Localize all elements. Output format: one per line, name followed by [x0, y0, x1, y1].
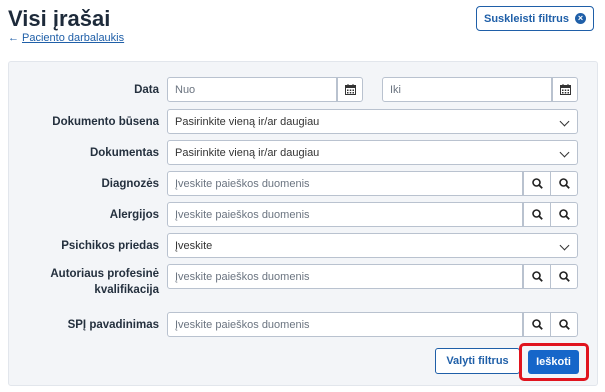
author-qualification-label: Autoriaus profesinė kvalifikacija	[50, 268, 159, 296]
spi-name-search-button-2[interactable]	[550, 312, 578, 337]
diagnoses-input[interactable]: Įveskite paieškos duomenis	[167, 171, 523, 196]
back-link[interactable]: ← Paciento darbalaukis	[8, 32, 124, 44]
back-link-label: Paciento darbalaukis	[22, 32, 125, 44]
search-icon	[558, 178, 570, 189]
diagnoses-label: Diagnozės	[101, 178, 159, 190]
search-icon	[531, 209, 543, 220]
date-from-calendar-button[interactable]	[337, 77, 363, 102]
document-select[interactable]: Pasirinkite vieną ir/ar daugiau	[167, 140, 578, 165]
diagnoses-placeholder: Įveskite paieškos duomenis	[175, 177, 310, 190]
date-label: Data	[134, 84, 159, 96]
chevron-down-icon	[559, 147, 570, 158]
author-qualification-search-button-2[interactable]	[550, 264, 578, 289]
allergies-search-button-2[interactable]	[550, 202, 578, 227]
search-icon	[531, 178, 543, 189]
search-icon	[558, 319, 570, 330]
search-icon	[531, 319, 543, 330]
date-to-calendar-button[interactable]	[552, 77, 578, 102]
search-icon	[531, 271, 543, 282]
collapse-filters-label: Suskleisti filtrus	[484, 12, 569, 25]
spi-name-placeholder: Įveskite paieškos duomenis	[175, 318, 310, 331]
psych-appendix-select[interactable]: Įveskite	[167, 233, 578, 258]
calendar-icon	[559, 84, 571, 95]
diagnoses-search-button[interactable]	[523, 171, 551, 196]
search-submit-button[interactable]: Ieškoti	[528, 350, 579, 374]
collapse-filters-button[interactable]: Suskleisti filtrus ×	[476, 6, 594, 31]
author-qualification-search-button[interactable]	[523, 264, 551, 289]
diagnoses-search-button-2[interactable]	[550, 171, 578, 196]
document-value: Pasirinkite vieną ir/ar daugiau	[175, 146, 320, 159]
chevron-down-icon	[559, 116, 570, 127]
clear-filters-button[interactable]: Valyti filtrus	[435, 348, 520, 374]
spi-name-label: SPĮ pavadinimas	[67, 319, 159, 331]
allergies-input[interactable]: Įveskite paieškos duomenis	[167, 202, 523, 227]
allergies-placeholder: Įveskite paieškos duomenis	[175, 208, 310, 221]
page-title: Visi įrašai	[8, 6, 111, 31]
spi-name-search-button[interactable]	[523, 312, 551, 337]
calendar-icon	[344, 84, 356, 95]
allergies-search-button[interactable]	[523, 202, 551, 227]
date-from-placeholder: Nuo	[175, 83, 196, 96]
search-icon	[558, 209, 570, 220]
back-arrow-icon: ←	[8, 32, 19, 44]
document-label: Dokumentas	[89, 147, 159, 159]
document-status-label: Dokumento būsena	[52, 116, 159, 128]
document-status-select[interactable]: Pasirinkite vieną ir/ar daugiau	[167, 109, 578, 134]
chevron-down-icon	[559, 240, 570, 251]
date-from-input[interactable]: Nuo	[167, 77, 337, 102]
allergies-label: Alergijos	[109, 209, 159, 221]
date-to-placeholder: Iki	[390, 83, 401, 96]
document-status-value: Pasirinkite vieną ir/ar daugiau	[175, 115, 320, 128]
author-qualification-placeholder: Įveskite paieškos duomenis	[175, 270, 310, 283]
spi-name-input[interactable]: Įveskite paieškos duomenis	[167, 312, 523, 337]
search-icon	[558, 271, 570, 282]
psych-appendix-label: Psichikos priedas	[61, 240, 159, 252]
filter-panel: Data Nuo Iki Dokumento būsena Pasirinkit…	[8, 61, 598, 386]
date-to-input[interactable]: Iki	[382, 77, 552, 102]
psych-appendix-value: Įveskite	[175, 239, 213, 252]
close-circle-icon: ×	[574, 13, 586, 24]
author-qualification-input[interactable]: Įveskite paieškos duomenis	[167, 264, 523, 289]
search-button-highlight: Ieškoti	[519, 343, 589, 381]
